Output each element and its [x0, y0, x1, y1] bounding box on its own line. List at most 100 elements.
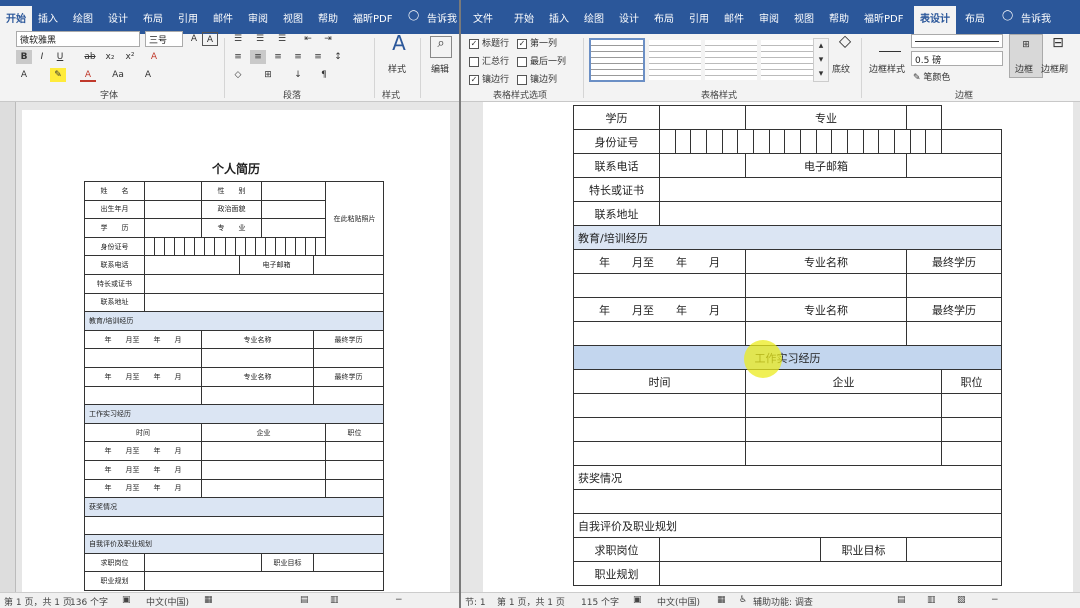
border-styles-button[interactable]: 边框样式 — [869, 62, 905, 75]
word-count[interactable]: 136 个字 — [70, 595, 108, 608]
align-right-icon[interactable]: ≡ — [270, 50, 286, 64]
char-border-icon[interactable]: A — [140, 68, 156, 82]
table-style-4[interactable] — [761, 40, 813, 80]
section-work-selected[interactable]: 工作实习经历 — [573, 345, 1002, 370]
cell[interactable] — [144, 292, 384, 313]
shading-icon[interactable]: ◇ — [833, 33, 857, 56]
clear-format-icon[interactable]: A — [202, 32, 218, 46]
tab-view[interactable]: 视图 — [283, 10, 303, 25]
cell[interactable] — [573, 489, 1002, 514]
zoom-out-icon[interactable]: − — [395, 595, 403, 605]
cell[interactable] — [325, 441, 384, 461]
language[interactable]: 中文(中国) — [657, 595, 700, 608]
print-layout-icon[interactable]: ▥ — [927, 595, 936, 605]
tab-draw[interactable]: 绘图 — [73, 10, 93, 25]
align-left-icon[interactable]: ≡ — [230, 50, 246, 64]
tab-review[interactable]: 审阅 — [248, 10, 268, 25]
focus-icon[interactable]: ▤ — [300, 595, 309, 605]
cell[interactable] — [201, 441, 326, 461]
option-banded-cols[interactable]: 镶边列 — [517, 72, 557, 85]
language[interactable]: 中文(中国) — [146, 595, 189, 608]
tab-foxit-pdf[interactable]: 福昕PDF — [353, 10, 392, 25]
cell[interactable] — [84, 515, 384, 536]
tab-design[interactable]: 设计 — [619, 10, 639, 25]
tab-file[interactable]: 文件 — [473, 10, 493, 25]
line-style-dropdown[interactable] — [911, 34, 1003, 48]
sort-icon[interactable]: ↓ — [290, 68, 306, 82]
id-digit-grid[interactable] — [144, 236, 326, 257]
tab-mailings[interactable]: 邮件 — [213, 10, 233, 25]
decrease-indent-icon[interactable]: ⇤ — [300, 32, 316, 46]
print-layout-icon[interactable]: ▥ — [330, 595, 339, 605]
search-icon[interactable]: ⌕ — [430, 36, 452, 58]
styles-button[interactable]: 样式 — [388, 62, 406, 75]
cell[interactable] — [201, 348, 314, 368]
focus-icon[interactable]: ▤ — [897, 595, 906, 605]
cell[interactable] — [144, 218, 202, 238]
cell[interactable] — [745, 417, 942, 442]
lightbulb-icon[interactable]: ◯ — [408, 10, 419, 21]
tab-references[interactable]: 引用 — [178, 10, 198, 25]
lightbulb-icon[interactable]: ◯ — [1002, 10, 1013, 21]
cell[interactable] — [313, 552, 384, 573]
cell[interactable] — [906, 273, 1002, 298]
macro-icon[interactable]: ▦ — [204, 595, 213, 605]
id-digit-grid[interactable] — [659, 129, 942, 154]
cell[interactable] — [659, 201, 1002, 226]
section-indicator[interactable]: 节: 1 — [465, 595, 486, 608]
photo-cell[interactable]: 在此粘贴照片 — [325, 180, 384, 257]
shading-icon[interactable]: ◇ — [230, 68, 246, 82]
cell[interactable] — [261, 199, 326, 220]
cell[interactable] — [745, 441, 942, 466]
cell[interactable] — [573, 273, 746, 298]
styles-more-icon[interactable]: ▴ ▾ ▾ — [813, 38, 829, 82]
tab-home[interactable]: 开始 — [0, 6, 32, 34]
cell[interactable] — [144, 255, 240, 275]
italic-icon[interactable]: I — [34, 50, 50, 64]
option-total-row[interactable]: 汇总行 — [469, 54, 509, 67]
pen-weight-dropdown[interactable]: 0.5 磅 — [911, 51, 1003, 66]
table-style-1[interactable] — [589, 38, 645, 82]
tab-foxit-pdf[interactable]: 福昕PDF — [864, 10, 903, 25]
cell[interactable] — [906, 321, 1002, 346]
option-first-col[interactable]: ✓ 第一列 — [517, 36, 557, 49]
font-size-dropdown[interactable]: 三号 — [145, 31, 183, 47]
subscript-icon[interactable]: x₂ — [102, 50, 118, 64]
bullets-icon[interactable]: ☰ — [230, 32, 246, 46]
cell[interactable] — [906, 105, 942, 130]
cell[interactable] — [941, 441, 1002, 466]
styles-icon[interactable]: A — [388, 33, 410, 60]
word-count[interactable]: 115 个字 — [581, 595, 619, 608]
cell[interactable] — [906, 153, 1002, 178]
macro-icon[interactable]: ▦ — [717, 595, 726, 605]
font-color-icon[interactable]: A — [80, 68, 96, 82]
cell[interactable] — [659, 105, 746, 130]
cell[interactable] — [325, 459, 384, 480]
accessibility-status[interactable]: 辅助功能: 调查 — [753, 595, 813, 608]
cell[interactable] — [144, 552, 262, 573]
cell[interactable] — [941, 129, 1002, 154]
cell[interactable] — [144, 181, 202, 201]
border-painter-button[interactable]: 边框刷 — [1041, 62, 1068, 75]
multilevel-icon[interactable]: ☰ — [274, 32, 290, 46]
cell[interactable] — [941, 393, 1002, 418]
tab-help[interactable]: 帮助 — [318, 10, 338, 25]
align-center-icon[interactable]: ≡ — [250, 50, 266, 64]
justify-icon[interactable]: ≡ — [290, 50, 306, 64]
cell[interactable] — [144, 571, 384, 592]
tell-me-box[interactable]: 告诉我 — [1021, 10, 1051, 25]
proofing-icon[interactable]: ▣ — [633, 595, 642, 605]
increase-indent-icon[interactable]: ⇥ — [320, 32, 336, 46]
numbering-icon[interactable]: ☰ — [252, 32, 268, 46]
cell[interactable] — [325, 478, 384, 499]
tab-home[interactable]: 开始 — [514, 10, 534, 25]
border-painter-icon[interactable]: ⊟ — [1047, 36, 1069, 58]
cell[interactable] — [573, 321, 746, 346]
cell[interactable] — [201, 459, 326, 480]
cell[interactable] — [573, 417, 746, 442]
cell[interactable] — [659, 561, 1002, 586]
grow-font-icon[interactable]: A — [186, 32, 202, 46]
borders-button[interactable]: 边框 — [1015, 62, 1033, 75]
tell-me-box[interactable]: 告诉我 — [427, 10, 457, 25]
highlight-icon[interactable]: ✎ — [50, 68, 66, 82]
